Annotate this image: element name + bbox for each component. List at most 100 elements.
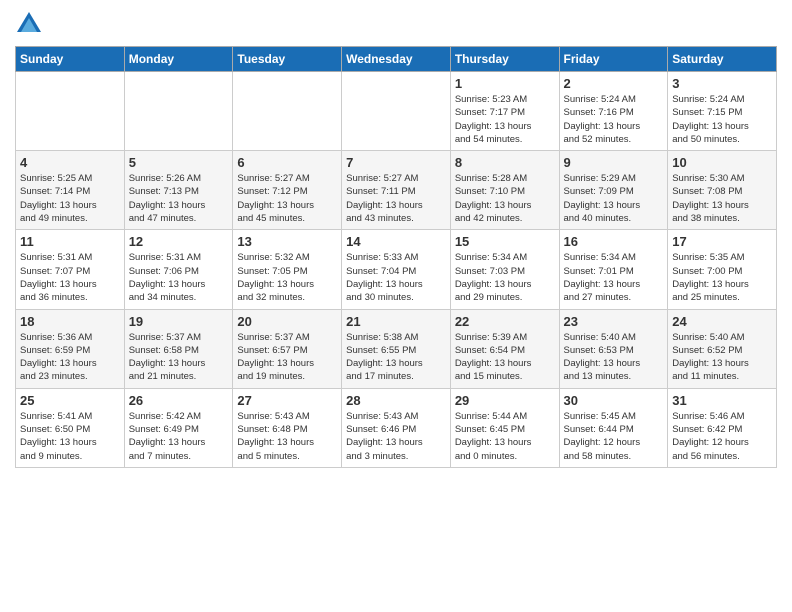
day-detail: Sunrise: 5:46 AM Sunset: 6:42 PM Dayligh… [672,410,772,463]
day-number: 6 [237,155,337,170]
calendar-cell: 23Sunrise: 5:40 AM Sunset: 6:53 PM Dayli… [559,309,668,388]
day-detail: Sunrise: 5:40 AM Sunset: 6:53 PM Dayligh… [564,331,664,384]
calendar-cell: 26 Sunrise: 5:42 AM Sunset: 6:49 PM Dayli… [124,388,233,467]
calendar-week-row: 25Sunrise: 5:41 AM Sunset: 6:50 PM Dayli… [16,388,777,467]
calendar-week-row: 1Sunrise: 5:23 AM Sunset: 7:17 PM Daylig… [16,72,777,151]
calendar-cell: 16 Sunrise: 5:34 AM Sunset: 7:01 PM Dayli… [559,230,668,309]
calendar-cell: 24 Sunrise: 5:40 AM Sunset: 6:52 PM Dayli… [668,309,777,388]
day-detail: Sunrise: 5:41 AM Sunset: 6:50 PM Dayligh… [20,410,120,463]
day-number: 14 [346,234,446,249]
day-number: 20 [237,314,337,329]
day-number: 11 [20,234,120,249]
calendar-cell: 2 Sunrise: 5:24 AM Sunset: 7:16 PM Daylig… [559,72,668,151]
day-number: 4 [20,155,120,170]
weekday-header-saturday: Saturday [668,47,777,72]
day-detail: Sunrise: 5:37 AM Sunset: 6:58 PM Dayligh… [129,331,229,384]
header [15,10,777,38]
day-detail: Sunrise: 5:44 AM Sunset: 6:45 PM Dayligh… [455,410,555,463]
day-number: 17 [672,234,772,249]
day-detail: Sunrise: 5:28 AM Sunset: 7:10 PM Dayligh… [455,172,555,225]
calendar-cell: 19 Sunrise: 5:37 AM Sunset: 6:58 PM Dayli… [124,309,233,388]
day-detail: Sunrise: 5:24 AM Sunset: 7:16 PM Dayligh… [564,93,664,146]
day-detail: Sunrise: 5:25 AM Sunset: 7:14 PM Dayligh… [20,172,120,225]
day-detail: Sunrise: 5:33 AM Sunset: 7:04 PM Dayligh… [346,251,446,304]
day-number: 2 [564,76,664,91]
day-number: 9 [564,155,664,170]
day-detail: Sunrise: 5:39 AM Sunset: 6:54 PM Dayligh… [455,331,555,384]
weekday-header-monday: Monday [124,47,233,72]
calendar-cell: 15 Sunrise: 5:34 AM Sunset: 7:03 PM Dayli… [450,230,559,309]
day-detail: Sunrise: 5:24 AM Sunset: 7:15 PM Dayligh… [672,93,772,146]
day-detail: Sunrise: 5:42 AM Sunset: 6:49 PM Dayligh… [129,410,229,463]
weekday-header-row: SundayMondayTuesdayWednesdayThursdayFrid… [16,47,777,72]
calendar-week-row: 4 Sunrise: 5:25 AM Sunset: 7:14 PM Daylig… [16,151,777,230]
calendar-cell: 6Sunrise: 5:27 AM Sunset: 7:12 PM Daylig… [233,151,342,230]
calendar-table: SundayMondayTuesdayWednesdayThursdayFrid… [15,46,777,468]
day-detail: Sunrise: 5:34 AM Sunset: 7:01 PM Dayligh… [564,251,664,304]
logo-icon [15,10,43,38]
day-detail: Sunrise: 5:36 AM Sunset: 6:59 PM Dayligh… [20,331,120,384]
calendar-cell: 11 Sunrise: 5:31 AM Sunset: 7:07 PM Dayli… [16,230,125,309]
calendar-cell: 3Sunrise: 5:24 AM Sunset: 7:15 PM Daylig… [668,72,777,151]
day-detail: Sunrise: 5:38 AM Sunset: 6:55 PM Dayligh… [346,331,446,384]
day-number: 24 [672,314,772,329]
day-number: 26 [129,393,229,408]
weekday-header-thursday: Thursday [450,47,559,72]
day-number: 30 [564,393,664,408]
calendar-cell: 8 Sunrise: 5:28 AM Sunset: 7:10 PM Daylig… [450,151,559,230]
calendar-cell: 27Sunrise: 5:43 AM Sunset: 6:48 PM Dayli… [233,388,342,467]
page-container: SundayMondayTuesdayWednesdayThursdayFrid… [0,0,792,478]
day-number: 27 [237,393,337,408]
weekday-header-sunday: Sunday [16,47,125,72]
calendar-cell: 10 Sunrise: 5:30 AM Sunset: 7:08 PM Dayli… [668,151,777,230]
calendar-cell: 21 Sunrise: 5:38 AM Sunset: 6:55 PM Dayli… [342,309,451,388]
day-detail: Sunrise: 5:32 AM Sunset: 7:05 PM Dayligh… [237,251,337,304]
day-number: 21 [346,314,446,329]
day-detail: Sunrise: 5:34 AM Sunset: 7:03 PM Dayligh… [455,251,555,304]
calendar-cell: 31 Sunrise: 5:46 AM Sunset: 6:42 PM Dayli… [668,388,777,467]
day-number: 12 [129,234,229,249]
calendar-cell: 1Sunrise: 5:23 AM Sunset: 7:17 PM Daylig… [450,72,559,151]
day-number: 29 [455,393,555,408]
day-number: 18 [20,314,120,329]
weekday-header-wednesday: Wednesday [342,47,451,72]
calendar-cell [16,72,125,151]
calendar-cell: 17 Sunrise: 5:35 AM Sunset: 7:00 PM Dayli… [668,230,777,309]
day-number: 22 [455,314,555,329]
calendar-cell: 9 Sunrise: 5:29 AM Sunset: 7:09 PM Daylig… [559,151,668,230]
calendar-week-row: 11 Sunrise: 5:31 AM Sunset: 7:07 PM Dayli… [16,230,777,309]
day-number: 31 [672,393,772,408]
calendar-cell: 13 Sunrise: 5:32 AM Sunset: 7:05 PM Dayli… [233,230,342,309]
calendar-cell [124,72,233,151]
calendar-cell: 4 Sunrise: 5:25 AM Sunset: 7:14 PM Daylig… [16,151,125,230]
calendar-cell: 5 Sunrise: 5:26 AM Sunset: 7:13 PM Daylig… [124,151,233,230]
day-number: 5 [129,155,229,170]
day-detail: Sunrise: 5:40 AM Sunset: 6:52 PM Dayligh… [672,331,772,384]
day-detail: Sunrise: 5:31 AM Sunset: 7:06 PM Dayligh… [129,251,229,304]
day-number: 8 [455,155,555,170]
calendar-cell: 7 Sunrise: 5:27 AM Sunset: 7:11 PM Daylig… [342,151,451,230]
day-detail: Sunrise: 5:31 AM Sunset: 7:07 PM Dayligh… [20,251,120,304]
calendar-cell: 25Sunrise: 5:41 AM Sunset: 6:50 PM Dayli… [16,388,125,467]
day-number: 7 [346,155,446,170]
calendar-cell: 14 Sunrise: 5:33 AM Sunset: 7:04 PM Dayli… [342,230,451,309]
day-number: 10 [672,155,772,170]
day-detail: Sunrise: 5:27 AM Sunset: 7:11 PM Dayligh… [346,172,446,225]
day-detail: Sunrise: 5:29 AM Sunset: 7:09 PM Dayligh… [564,172,664,225]
day-detail: Sunrise: 5:30 AM Sunset: 7:08 PM Dayligh… [672,172,772,225]
day-number: 13 [237,234,337,249]
day-detail: Sunrise: 5:35 AM Sunset: 7:00 PM Dayligh… [672,251,772,304]
day-number: 16 [564,234,664,249]
day-number: 28 [346,393,446,408]
day-detail: Sunrise: 5:45 AM Sunset: 6:44 PM Dayligh… [564,410,664,463]
day-detail: Sunrise: 5:37 AM Sunset: 6:57 PM Dayligh… [237,331,337,384]
calendar-cell [233,72,342,151]
calendar-week-row: 18 Sunrise: 5:36 AM Sunset: 6:59 PM Dayli… [16,309,777,388]
calendar-cell: 12 Sunrise: 5:31 AM Sunset: 7:06 PM Dayli… [124,230,233,309]
weekday-header-friday: Friday [559,47,668,72]
calendar-cell: 30 Sunrise: 5:45 AM Sunset: 6:44 PM Dayli… [559,388,668,467]
day-number: 19 [129,314,229,329]
day-number: 15 [455,234,555,249]
calendar-cell: 18 Sunrise: 5:36 AM Sunset: 6:59 PM Dayli… [16,309,125,388]
day-detail: Sunrise: 5:26 AM Sunset: 7:13 PM Dayligh… [129,172,229,225]
